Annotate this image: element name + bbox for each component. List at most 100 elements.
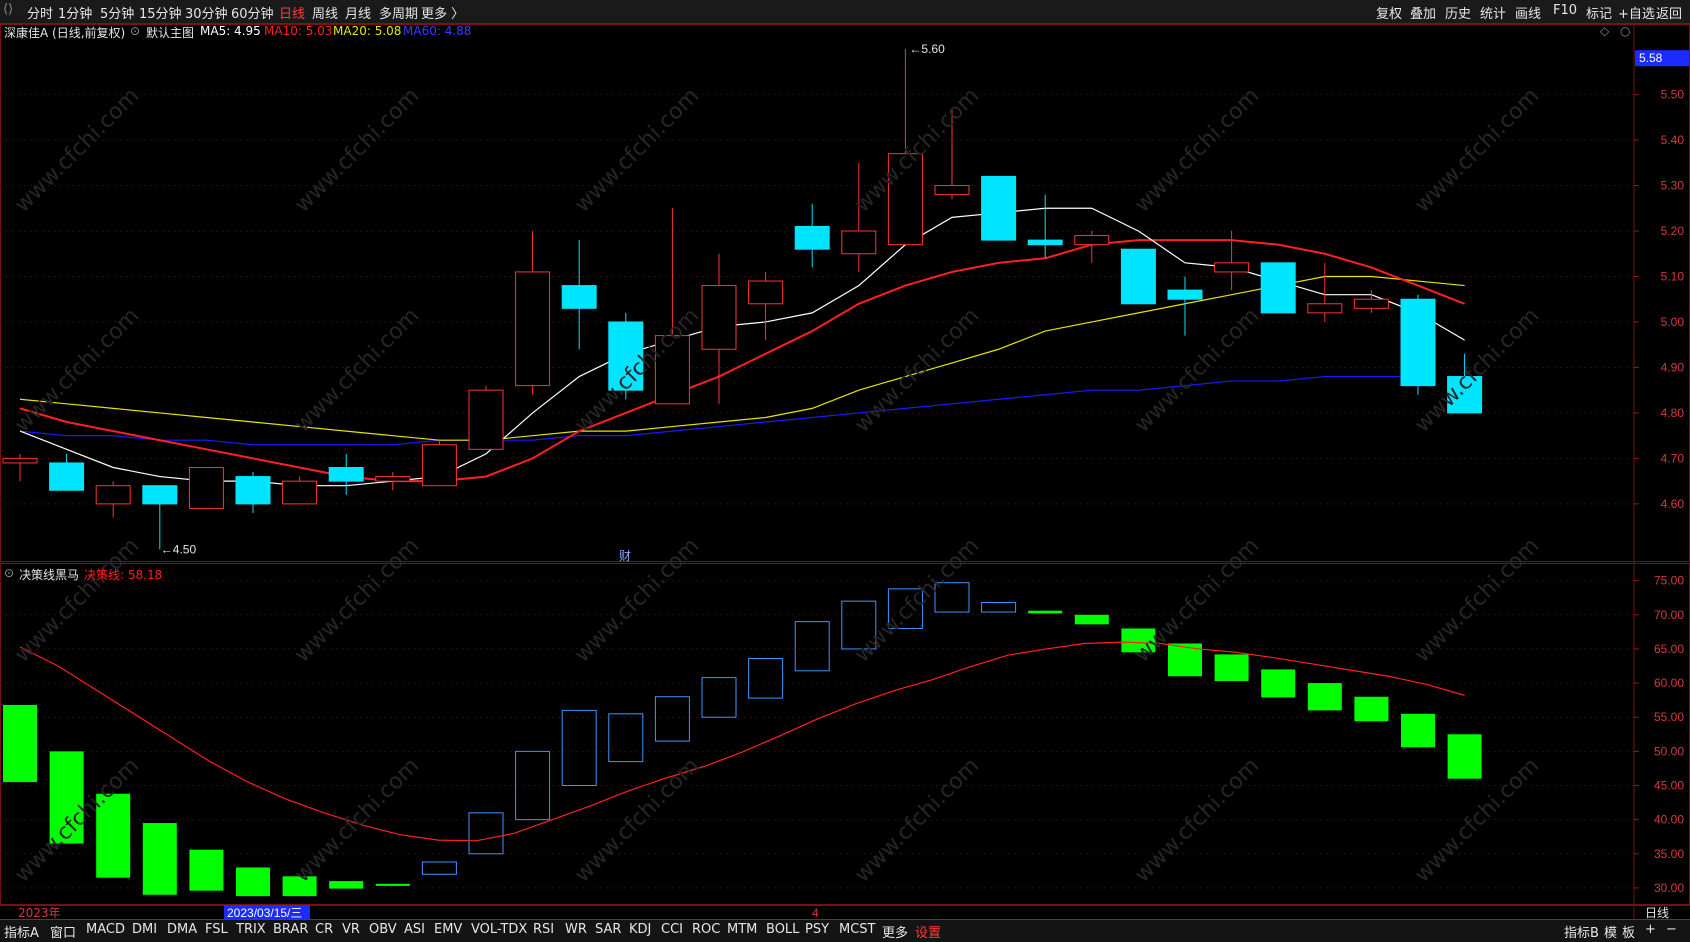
candle-body[interactable]	[235, 476, 271, 505]
candle-body[interactable]	[934, 185, 970, 196]
indicator-tab-bar: 指标A 窗口 MACD DMI DMA FSL TRIX BRAR CR VR OBV ASI EMV V…	[0, 919, 1690, 942]
month-label: 4	[812, 906, 819, 920]
candle-body[interactable]	[1260, 262, 1296, 314]
indicator-tab[interactable]: MACD	[86, 922, 125, 937]
indicator-box-down	[189, 849, 224, 891]
indicator-tab[interactable]: VR	[342, 922, 360, 937]
candle-body[interactable]	[95, 485, 131, 505]
indicator-box-down	[1074, 614, 1109, 625]
theme-toggle-icon[interactable]: ⊙	[130, 24, 140, 38]
indicator-box-up	[468, 812, 504, 855]
candle-body[interactable]	[561, 285, 597, 309]
candle-body[interactable]	[282, 480, 318, 505]
indicator-box-up	[515, 750, 551, 821]
candle-body[interactable]	[1167, 289, 1203, 300]
price-tick-label: 5.20	[1661, 224, 1685, 238]
indicator-tab[interactable]: TRIX	[236, 922, 266, 937]
candle-body[interactable]	[1307, 303, 1343, 314]
indicator-tab[interactable]: MTM	[727, 922, 757, 937]
candle-body[interactable]	[1074, 235, 1110, 246]
indicator-tick-label: 60.00	[1654, 676, 1684, 690]
candle-body[interactable]	[328, 466, 364, 482]
chart-canvas[interactable]: 5.50 5.40 5.30 5.20 5.10 5.00 4.90 4.80 4.70 4.60…	[0, 0, 1690, 941]
indicator-tab[interactable]: 设置	[915, 922, 941, 941]
candle-body[interactable]	[188, 466, 224, 509]
indicator-tab[interactable]: ROC	[692, 922, 720, 937]
diamond-icon[interactable]: ◇	[1600, 24, 1609, 38]
candle-body[interactable]	[748, 280, 784, 305]
indicator-tab[interactable]: MCST	[839, 922, 876, 937]
price-tick-label: 5.50	[1661, 88, 1685, 102]
indicator-tab[interactable]: DMI	[132, 922, 157, 937]
indicator-tab[interactable]: DMA	[167, 922, 197, 937]
candle-body[interactable]	[142, 485, 178, 505]
candle-body[interactable]	[1353, 298, 1389, 309]
indicator-tab[interactable]: VOL-TDX	[471, 922, 527, 937]
indicator-box-down	[3, 704, 37, 783]
candle-body[interactable]	[375, 476, 411, 482]
indicator-tick-label: 50.00	[1654, 744, 1684, 758]
candle-body[interactable]	[1027, 239, 1063, 246]
indicator-tab[interactable]: OBV	[369, 922, 397, 937]
indicator-tab[interactable]: CCI	[661, 922, 683, 937]
indicator-toggle-icon[interactable]: ⊙	[4, 566, 14, 580]
indicator-tab[interactable]: PSY	[805, 922, 829, 937]
price-tick-label: 4.70	[1661, 451, 1685, 465]
indicator-tab[interactable]: RSI	[533, 922, 554, 937]
candle-body[interactable]	[515, 271, 551, 387]
period-label[interactable]: 日线	[1645, 906, 1669, 920]
ma20-line	[19, 275, 1465, 441]
indicator-box-down	[236, 867, 270, 897]
high-price-annotation: ←5.60	[909, 42, 945, 56]
expand-icon[interactable]: ○	[1620, 24, 1630, 38]
indicator-b-tab[interactable]: 指标B	[1564, 922, 1599, 941]
indicator-tab[interactable]: BRAR	[273, 922, 308, 937]
template-tab[interactable]: 模	[1604, 922, 1617, 941]
indicator-tab[interactable]: KDJ	[629, 922, 651, 937]
candle-body[interactable]	[421, 444, 457, 487]
indicator-tick-label: 45.00	[1654, 779, 1684, 793]
current-price-label: 5.58	[1639, 51, 1663, 65]
indicator-tab[interactable]: WR	[565, 922, 587, 937]
indicator-tab[interactable]: FSL	[205, 922, 228, 937]
indicator-tick-label: 75.00	[1654, 574, 1684, 588]
stock-title[interactable]: 深康佳A (日线,前复权)	[4, 24, 125, 41]
theme-label[interactable]: 默认主图	[146, 24, 194, 41]
candle-body[interactable]	[841, 230, 877, 255]
indicator-tab[interactable]: BOLL	[766, 922, 799, 937]
candle-body[interactable]	[49, 462, 85, 491]
candle-body[interactable]	[981, 175, 1017, 241]
indicator-box-up	[608, 713, 644, 763]
indicator-tab[interactable]: 指标A	[4, 922, 39, 941]
candle-body[interactable]	[701, 285, 737, 350]
ma5-label: MA5: 4.95	[200, 24, 261, 38]
template-tab[interactable]: 板	[1622, 922, 1635, 941]
finance-event-marker[interactable]: 财	[619, 549, 631, 563]
price-tick-label: 5.40	[1661, 133, 1685, 147]
price-tick-label: 4.90	[1661, 360, 1685, 374]
candle-body[interactable]	[2, 457, 38, 464]
price-tick-label: 4.80	[1661, 406, 1685, 420]
indicator-box-down	[142, 823, 177, 895]
candle-body[interactable]	[1214, 262, 1250, 273]
zoom-button[interactable]: −	[1666, 922, 1677, 937]
indicator-name[interactable]: 决策线黑马	[19, 566, 79, 583]
indicator-tick-label: 70.00	[1654, 608, 1684, 622]
indicator-tab[interactable]: CR	[315, 922, 333, 937]
indicator-box-up	[794, 621, 830, 672]
indicator-tab[interactable]: EMV	[434, 922, 462, 937]
candle-body[interactable]	[794, 225, 830, 250]
candle-body[interactable]	[1120, 248, 1156, 305]
candle-body[interactable]	[468, 389, 504, 450]
indicator-box-up	[981, 602, 1017, 613]
indicator-tab[interactable]: SAR	[595, 922, 621, 937]
indicator-tab[interactable]: ASI	[404, 922, 425, 937]
zoom-button[interactable]: +	[1645, 922, 1656, 937]
indicator-box-down	[1028, 610, 1063, 614]
low-price-annotation: ←4.50	[161, 542, 197, 556]
price-tick-label: 5.30	[1661, 179, 1685, 193]
indicator-tab[interactable]: 窗口	[50, 922, 76, 941]
candle-body[interactable]	[1400, 298, 1436, 387]
ma60-label: MA60: 4.88	[403, 24, 472, 38]
indicator-tab[interactable]: 更多	[882, 922, 908, 941]
